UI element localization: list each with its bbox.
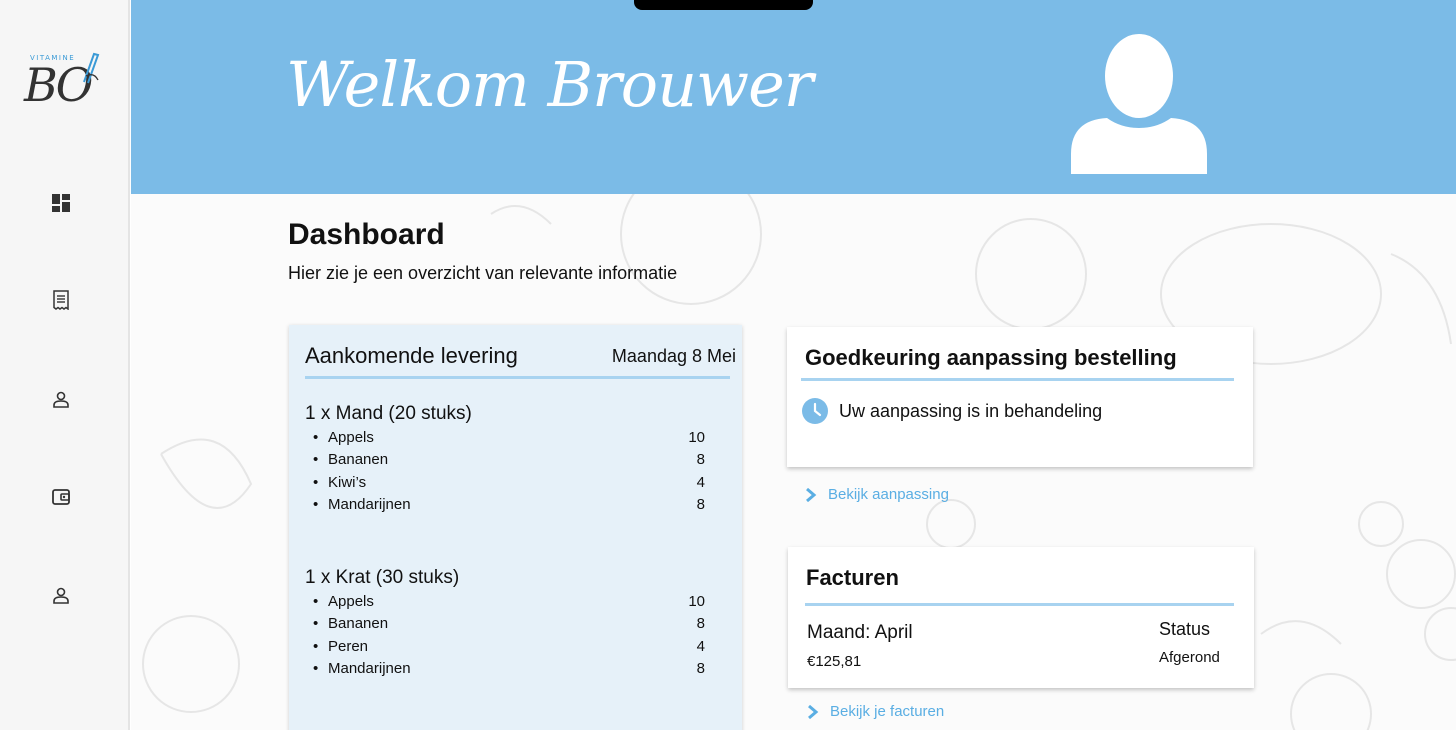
dashboard-icon <box>52 194 70 212</box>
group-title: 1 x Mand (20 stuks) <box>305 403 472 424</box>
chevron-right-icon <box>806 487 817 502</box>
item-name: Mandarijnen <box>313 658 411 680</box>
item-qty: 4 <box>696 637 705 655</box>
invoice-month: Maand: April <box>807 622 913 643</box>
invoices-card: Facturen Maand: April €125,81 Status Afg… <box>788 547 1254 688</box>
brand-logo[interactable]: VITAMINE BO <box>22 48 104 120</box>
upcoming-delivery-card: Aankomende levering Maandag 8 Mei 1 x Ma… <box>289 325 742 730</box>
approval-title: Goedkeuring aanpassing bestelling <box>805 345 1177 370</box>
list-item: Bananen 8 <box>313 613 705 635</box>
item-list: Appels 10 Bananen 8 Kiwi’s 4 Mandarijnen 8 <box>313 427 705 516</box>
nav-dashboard[interactable] <box>48 190 74 216</box>
invoice-amount: €125,81 <box>807 653 862 670</box>
clock-icon <box>802 398 828 424</box>
item-qty: 8 <box>696 451 705 469</box>
invoice-status-value: Afgerond <box>1159 649 1220 666</box>
item-qty: 10 <box>688 429 705 446</box>
group-title: 1 x Krat (30 stuks) <box>305 567 460 588</box>
list-item: Kiwi’s 4 <box>313 472 705 494</box>
delivery-title: Aankomende levering <box>305 343 518 368</box>
orders-icon <box>53 290 69 310</box>
invoices-title: Facturen <box>806 565 899 590</box>
item-qty: 8 <box>696 615 705 633</box>
item-qty: 10 <box>688 593 705 610</box>
view-invoices-link-label: Bekijk je facturen <box>830 703 945 720</box>
sidebar: VITAMINE BO <box>0 0 130 730</box>
item-name: Peren <box>313 636 368 658</box>
view-change-link[interactable]: Bekijk aanpassing <box>804 486 949 503</box>
header-banner: Welkom Brouwer <box>131 0 1456 194</box>
item-qty: 8 <box>696 659 705 677</box>
view-invoices-link[interactable]: Bekijk je facturen <box>806 703 944 720</box>
approval-status: Uw aanpassing is in behandeling <box>801 397 1102 425</box>
nav-account[interactable] <box>48 582 74 608</box>
list-item: Peren 4 <box>313 636 705 658</box>
approval-status-text: Uw aanpassing is in behandeling <box>839 400 1103 421</box>
profile-icon <box>53 391 69 408</box>
page-subtitle: Hier zie je een overzicht van relevante … <box>288 263 678 283</box>
item-name: Bananen <box>313 449 388 471</box>
item-name: Mandarijnen <box>313 494 411 516</box>
chevron-right-icon <box>808 704 819 719</box>
user-avatar-icon[interactable] <box>1069 34 1209 174</box>
approval-card: Goedkeuring aanpassing bestelling Uw aan… <box>787 327 1253 467</box>
divider <box>805 603 1234 606</box>
account-icon <box>53 587 69 604</box>
delivery-date: Maandag 8 Mei <box>611 346 736 366</box>
camera-notch <box>634 0 813 10</box>
list-item: Bananen 8 <box>313 449 705 471</box>
item-qty: 4 <box>696 473 705 491</box>
list-item: Mandarijnen 8 <box>313 658 705 680</box>
nav-orders[interactable] <box>48 287 74 313</box>
welcome-heading: Welkom Brouwer <box>286 48 813 121</box>
invoice-status-label: Status <box>1159 619 1211 639</box>
item-list: Appels 10 Bananen 8 Peren 4 Mandarijnen 8 <box>313 591 705 680</box>
page-title: Dashboard <box>288 218 445 251</box>
item-name: Appels <box>313 591 374 613</box>
straw-icon <box>83 52 100 84</box>
item-name: Appels <box>313 427 374 449</box>
view-change-link-label: Bekijk aanpassing <box>828 486 949 503</box>
item-name: Kiwi’s <box>313 472 366 494</box>
nav-wallet[interactable] <box>48 484 74 510</box>
item-qty: 8 <box>696 495 705 513</box>
list-item: Appels 10 <box>313 427 705 449</box>
list-item: Appels 10 <box>313 591 705 613</box>
list-item: Mandarijnen 8 <box>313 494 705 516</box>
wallet-icon <box>52 489 70 505</box>
divider <box>801 378 1234 381</box>
nav-profile[interactable] <box>48 386 74 412</box>
divider <box>305 376 730 379</box>
item-name: Bananen <box>313 613 388 635</box>
